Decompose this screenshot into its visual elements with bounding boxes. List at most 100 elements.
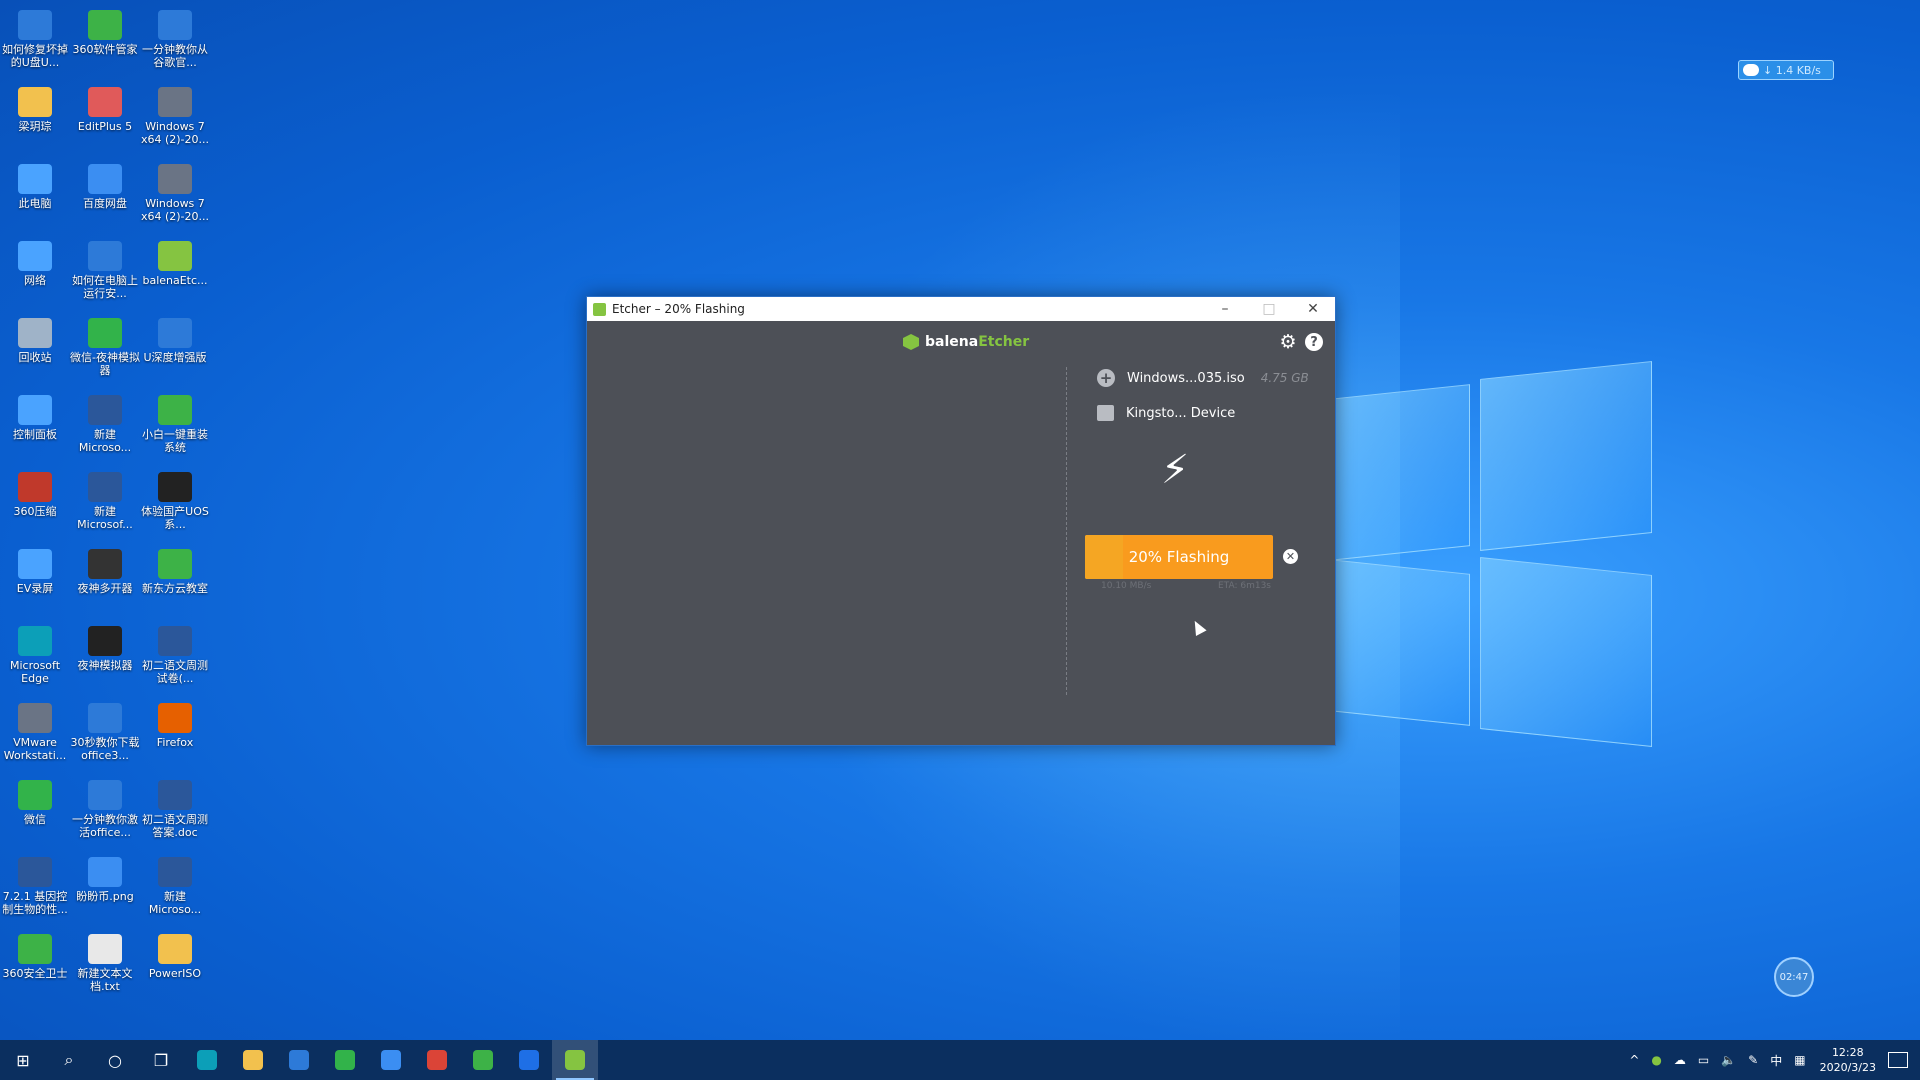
desktop-icon[interactable]: 微信 bbox=[0, 780, 70, 826]
desktop-icon[interactable]: 360安全卫士 bbox=[0, 934, 70, 980]
volume-icon[interactable]: 🔈 bbox=[1721, 1053, 1736, 1067]
taskbar-app-explorer[interactable] bbox=[230, 1040, 276, 1080]
taskbar-app-store[interactable] bbox=[276, 1040, 322, 1080]
desktop-icon[interactable]: 新建 Microso... bbox=[140, 857, 210, 916]
app-icon bbox=[18, 472, 52, 502]
taskbar-app-edge[interactable] bbox=[184, 1040, 230, 1080]
desktop-icon[interactable]: 如何修复坏掉的U盘U... bbox=[0, 10, 70, 69]
app-icon bbox=[18, 857, 52, 887]
etcher-window: Etcher – 20% Flashing – □ ✕ balena Etcher… bbox=[586, 296, 1336, 746]
desktop-icon[interactable]: EV录屏 bbox=[0, 549, 70, 595]
taskbar-app-etcher[interactable] bbox=[552, 1040, 598, 1080]
desktop-icon-label: 网络 bbox=[24, 274, 46, 287]
app-icon bbox=[158, 472, 192, 502]
pen-icon[interactable]: ✎ bbox=[1748, 1053, 1758, 1067]
desktop-icon-label: 夜神模拟器 bbox=[77, 659, 133, 672]
taskbar-clock[interactable]: 12:28 2020/3/23 bbox=[1820, 1045, 1876, 1075]
desktop-icon[interactable]: 盼盼币.png bbox=[70, 857, 140, 903]
desktop-icon[interactable]: Microsoft Edge bbox=[0, 626, 70, 685]
taskbar-app-app-blue[interactable] bbox=[506, 1040, 552, 1080]
app-icon bbox=[18, 780, 52, 810]
taskbar-app-baidu[interactable] bbox=[368, 1040, 414, 1080]
recording-timer-badge[interactable]: 02:47 bbox=[1774, 957, 1814, 997]
desktop-icon[interactable]: 夜神多开器 bbox=[70, 549, 140, 595]
xiaobai-icon bbox=[473, 1050, 493, 1070]
app-icon bbox=[88, 241, 122, 271]
flash-progress-button[interactable]: 20% Flashing bbox=[1085, 535, 1273, 579]
desktop-icon[interactable]: Windows 7 x64 (2)-20... bbox=[140, 87, 210, 146]
desktop-icon[interactable]: VMware Workstati... bbox=[0, 703, 70, 762]
desktop-icon[interactable]: 如何在电脑上运行安... bbox=[70, 241, 140, 300]
app-icon bbox=[88, 857, 122, 887]
desktop-icon[interactable]: 小白一键重装系统 bbox=[140, 395, 210, 454]
desktop-icon[interactable]: 网络 bbox=[0, 241, 70, 287]
desktop-icon-label: 初二语文周测答案.doc bbox=[142, 813, 208, 839]
onedrive-cloud-icon[interactable]: ☁ bbox=[1674, 1053, 1686, 1067]
taskbar-app-chrome[interactable] bbox=[414, 1040, 460, 1080]
app-icon bbox=[18, 934, 52, 964]
desktop-icon[interactable]: 新东方云教室 bbox=[140, 549, 210, 595]
help-icon[interactable]: ? bbox=[1305, 333, 1323, 351]
desktop-icon[interactable]: 梁玥琮 bbox=[0, 87, 70, 133]
explorer-icon bbox=[243, 1050, 263, 1070]
app-icon bbox=[88, 395, 122, 425]
target-name[interactable]: Kingsto... Device bbox=[1126, 406, 1235, 421]
wechat-icon bbox=[335, 1050, 355, 1070]
desktop-icon[interactable]: 360压缩 bbox=[0, 472, 70, 518]
image-name[interactable]: Windows...035.iso bbox=[1127, 371, 1245, 386]
desktop-icon[interactable]: 回收站 bbox=[0, 318, 70, 364]
desktop-icon[interactable]: 初二语文周测答案.doc bbox=[140, 780, 210, 839]
desktop-icon[interactable]: U深度增强版 bbox=[140, 318, 210, 364]
network-icon[interactable]: ▭ bbox=[1698, 1053, 1709, 1067]
tray-overflow-chevron-icon[interactable]: ^ bbox=[1629, 1053, 1639, 1067]
desktop-icon[interactable]: Firefox bbox=[140, 703, 210, 749]
desktop-icon-label: 盼盼币.png bbox=[76, 890, 134, 903]
network-speed-widget[interactable]: ↓ 1.4 KB/s bbox=[1738, 60, 1834, 80]
desktop-icon[interactable]: 一分钟教你从谷歌官... bbox=[140, 10, 210, 69]
desktop-icon-label: Firefox bbox=[156, 736, 194, 749]
desktop-icon[interactable]: 30秒教你下载office3... bbox=[70, 703, 140, 762]
settings-gear-icon[interactable]: ⚙ bbox=[1279, 331, 1297, 353]
desktop-icon[interactable]: 体验国产UOS系... bbox=[140, 472, 210, 531]
app-icon bbox=[88, 10, 122, 40]
app-icon bbox=[18, 164, 52, 194]
start-button[interactable]: ⊞ bbox=[0, 1040, 46, 1080]
search-icon[interactable]: ⌕ bbox=[46, 1040, 92, 1080]
desktop-icon[interactable]: Windows 7 x64 (2)-20... bbox=[140, 164, 210, 223]
desktop-icon[interactable]: 7.2.1 基因控制生物的性... bbox=[0, 857, 70, 916]
desktop-icon[interactable]: 新建 Microsof... bbox=[70, 472, 140, 531]
desktop-icon[interactable]: 新建 Microso... bbox=[70, 395, 140, 454]
taskbar-app-xiaobai[interactable] bbox=[460, 1040, 506, 1080]
cancel-flash-icon[interactable]: ✕ bbox=[1283, 549, 1298, 564]
desktop-icon[interactable]: 360软件管家 bbox=[70, 10, 140, 56]
desktop-icon[interactable]: 控制面板 bbox=[0, 395, 70, 441]
desktop-icon[interactable]: 此电脑 bbox=[0, 164, 70, 210]
minimize-button[interactable]: – bbox=[1203, 297, 1247, 321]
desktop-icon[interactable]: 新建文本文档.txt bbox=[70, 934, 140, 993]
desktop-icon[interactable]: balenaEtc... bbox=[140, 241, 210, 287]
desktop-icon[interactable]: 初二语文周测试卷(... bbox=[140, 626, 210, 685]
close-button[interactable]: ✕ bbox=[1291, 297, 1335, 321]
desktop-icon[interactable]: PowerISO bbox=[140, 934, 210, 980]
desktop-icon[interactable]: 微信-夜神模拟器 bbox=[70, 318, 140, 377]
desktop-icon[interactable]: 百度网盘 bbox=[70, 164, 140, 210]
desktop-icon[interactable]: 一分钟教你激活office... bbox=[70, 780, 140, 839]
app-icon bbox=[158, 549, 192, 579]
desktop-icon-label: 如何在电脑上运行安... bbox=[72, 274, 138, 300]
desktop-icon-label: EditPlus 5 bbox=[77, 120, 133, 133]
ime-indicator[interactable]: 中 bbox=[1770, 1052, 1782, 1069]
desktop-icon-label: 一分钟教你从谷歌官... bbox=[142, 43, 208, 69]
panel-divider bbox=[1066, 367, 1067, 695]
task-view-icon[interactable]: ❐ bbox=[138, 1040, 184, 1080]
notification-center-icon[interactable] bbox=[1888, 1052, 1908, 1068]
tray-app-icon[interactable]: ● bbox=[1651, 1053, 1661, 1067]
maximize-button[interactable]: □ bbox=[1247, 297, 1291, 321]
app-icon bbox=[158, 241, 192, 271]
desktop-icon[interactable]: EditPlus 5 bbox=[70, 87, 140, 133]
plus-icon: + bbox=[1097, 369, 1115, 387]
keyboard-grid-icon[interactable]: ▦ bbox=[1794, 1053, 1805, 1067]
desktop-icon[interactable]: 夜神模拟器 bbox=[70, 626, 140, 672]
cortana-icon[interactable]: ○ bbox=[92, 1040, 138, 1080]
window-titlebar[interactable]: Etcher – 20% Flashing – □ ✕ bbox=[587, 297, 1335, 321]
taskbar-app-wechat[interactable] bbox=[322, 1040, 368, 1080]
